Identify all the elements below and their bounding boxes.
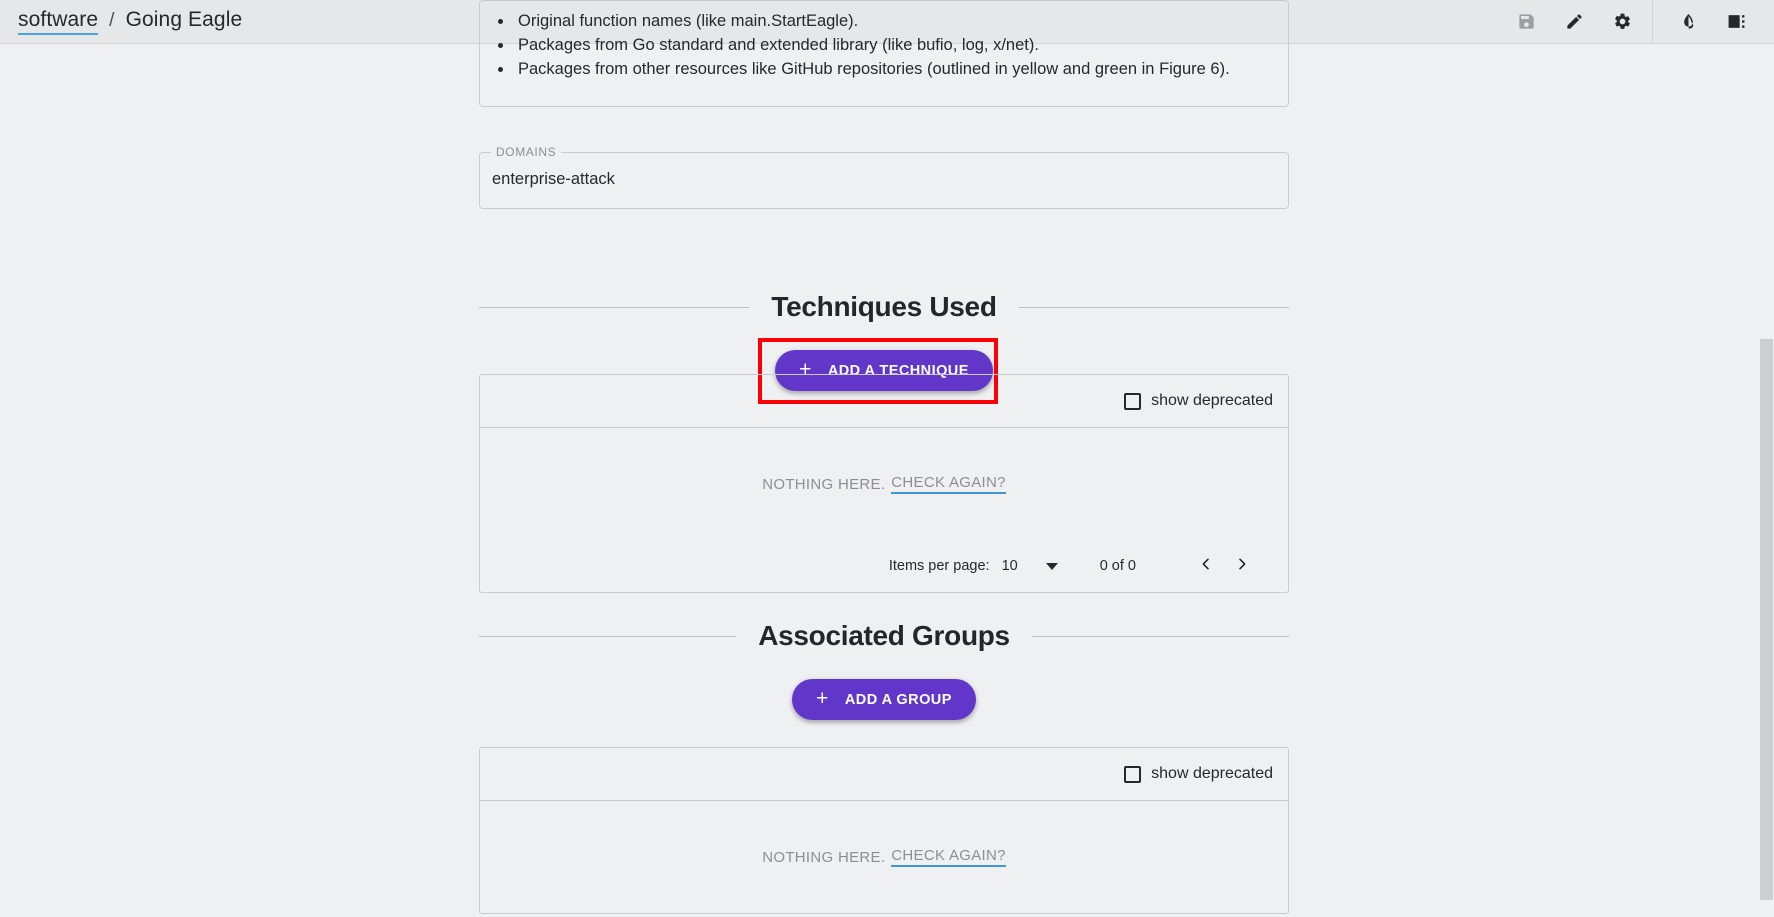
checkbox-icon [1124,392,1142,410]
page-title-groups: Associated Groups [758,620,1010,651]
check-again-link[interactable]: CHECK AGAIN? [891,847,1006,867]
scrollbar-track[interactable] [1759,88,1774,917]
settings-button[interactable] [1598,0,1646,44]
list-item: Packages from other resources like GitHu… [514,57,1288,81]
add-group-button[interactable]: + ADD A GROUP [792,679,976,720]
techniques-table-card: show deprecated NOTHING HERE. CHECK AGAI… [479,374,1289,593]
theme-icon [1679,12,1698,31]
paginator-previous-button[interactable] [1188,548,1224,584]
groups-table-body: NOTHING HERE. CHECK AGAIN? [480,801,1288,913]
chevron-down-icon[interactable] [1045,562,1058,570]
list-item: Packages from Go standard and extended l… [514,33,1288,57]
layout-toggle-button[interactable] [1712,0,1760,44]
gear-icon [1613,12,1632,31]
top-bar-actions [1502,0,1774,44]
save-button[interactable] [1502,0,1550,44]
chevron-right-icon [1234,556,1250,576]
page-body: Original function names (like main.Start… [0,0,1774,917]
add-group-label: ADD A GROUP [844,691,952,708]
heading-rule-left [479,306,750,308]
save-icon [1517,12,1536,31]
techniques-show-deprecated-checkbox[interactable]: show deprecated [1124,392,1273,410]
techniques-table-body: NOTHING HERE. CHECK AGAIN? Items per pag… [480,428,1288,592]
techniques-table-toolbar: show deprecated [480,375,1288,428]
description-card: Original function names (like main.Start… [479,0,1289,107]
items-per-page-value[interactable]: 10 [1002,558,1018,574]
groups-empty-state: NOTHING HERE. CHECK AGAIN? [480,801,1288,913]
check-again-link[interactable]: CHECK AGAIN? [891,474,1006,494]
breadcrumb-root-link[interactable]: software [18,8,99,35]
domains-label: DOMAINS [491,145,562,159]
chevron-left-icon [1198,556,1214,576]
techniques-show-deprecated-label: show deprecated [1151,392,1273,409]
heading-rule-left [479,635,737,637]
toolbar-divider [1652,0,1653,44]
domains-field[interactable]: DOMAINS enterprise-attack [479,145,1289,209]
groups-table-card: show deprecated NOTHING HERE. CHECK AGAI… [479,747,1289,914]
edit-button[interactable] [1550,0,1598,44]
heading-rule-right [1018,306,1290,308]
domains-value: enterprise-attack [492,170,615,188]
plus-icon: + [816,687,829,710]
techniques-section-header: Techniques Used [479,291,1290,323]
groups-show-deprecated-label: show deprecated [1151,765,1273,782]
groups-section-header: Associated Groups [479,620,1290,652]
checkbox-icon [1124,765,1142,783]
heading-rule-right [1031,635,1290,637]
breadcrumb: software / Going Eagle [0,8,242,35]
items-per-page-label: Items per page: [888,558,990,574]
add-group-row: + ADD A GROUP [479,679,1289,720]
breadcrumb-separator: / [109,10,115,31]
layout-icon [1727,12,1746,31]
list-item: Original function names (like main.Start… [514,9,1288,33]
scrollbar-thumb[interactable] [1760,339,1773,900]
empty-state-text: NOTHING HERE. [762,475,886,493]
paginator-next-button[interactable] [1224,548,1260,584]
groups-show-deprecated-checkbox[interactable]: show deprecated [1124,765,1273,783]
edit-icon [1565,12,1584,31]
groups-table-toolbar: show deprecated [480,748,1288,801]
theme-toggle-button[interactable] [1664,0,1712,44]
techniques-paginator: Items per page: 10 0 of 0 [480,540,1288,592]
empty-state-text: NOTHING HERE. [762,848,886,866]
techniques-empty-state: NOTHING HERE. CHECK AGAIN? [480,428,1288,540]
page-title-techniques: Techniques Used [771,291,997,322]
description-bullet-list: Original function names (like main.Start… [480,1,1288,81]
breadcrumb-current: Going Eagle [125,8,243,31]
paginator-range-label: 0 of 0 [1099,558,1136,574]
